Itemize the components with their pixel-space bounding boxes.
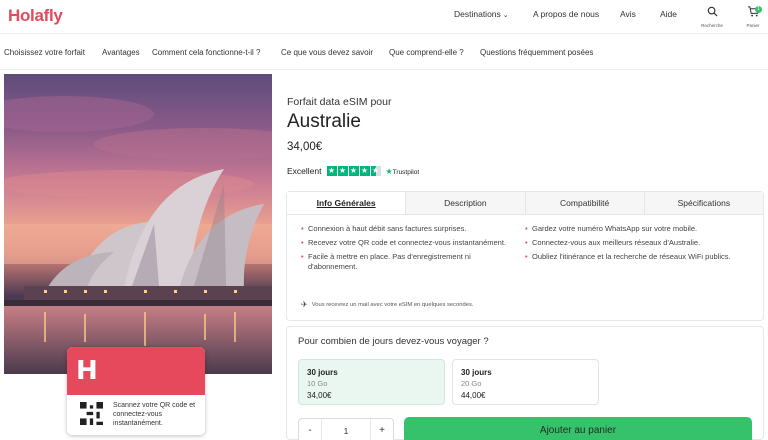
- sydney-opera-house-illustration: [4, 96, 272, 374]
- plan-data: 20 Go: [461, 379, 482, 388]
- holafly-h-logo: H: [76, 356, 98, 386]
- plan-days: 30 jours: [461, 368, 492, 377]
- paper-plane-icon: ✈: [301, 300, 308, 309]
- plan-option-10gb[interactable]: 30 jours 10 Go 34,00€: [298, 359, 445, 405]
- search-button[interactable]: Recherche: [697, 4, 727, 28]
- nav-help[interactable]: Aide: [660, 9, 677, 19]
- qr-card-text: Scannez votre QR code et connectez-vous …: [113, 402, 196, 427]
- rating-stars: ★ ★ ★ ★ ★: [326, 166, 382, 176]
- qr-card-header: H: [67, 347, 205, 395]
- info-item: Gardez votre numéro WhatsApp sur votre m…: [525, 224, 745, 234]
- qr-card: H Scannez votre QR code et connectez-vou…: [67, 347, 205, 435]
- nav-destinations[interactable]: Destinations ⌄: [454, 9, 509, 19]
- rating-label: Excellent: [287, 166, 322, 176]
- tab-compatibility[interactable]: Compatibilité: [524, 192, 644, 214]
- subnav-advantages[interactable]: Avantages: [102, 48, 140, 57]
- trustpilot-logo: ★Trustpilot: [386, 167, 420, 176]
- info-list-left: Connexion à haut débit sans factures sur…: [301, 224, 521, 276]
- quantity-value[interactable]: 1: [321, 419, 371, 440]
- trustpilot-star-icon: ★: [385, 166, 393, 176]
- days-question: Pour combien de jours devez-vous voyager…: [298, 336, 489, 347]
- info-item: Connexion à haut débit sans factures sur…: [301, 224, 521, 234]
- increase-quantity-button[interactable]: +: [371, 419, 393, 440]
- search-icon: [707, 6, 718, 17]
- delivery-note: ✈ Vous recevrez un mail avec votre eSIM …: [301, 300, 473, 309]
- subnav-whats-included[interactable]: Que comprend-elle ?: [389, 48, 464, 57]
- product-info-panel: Info Générales Description Compatibilité…: [286, 191, 764, 321]
- holafly-logo[interactable]: Holafly: [8, 6, 63, 26]
- chevron-down-icon: ⌄: [502, 12, 509, 19]
- product-hero-image: [4, 74, 272, 374]
- star-icon: ★: [348, 166, 359, 176]
- top-header: Holafly Destinations ⌄ A propos de nous A…: [0, 0, 768, 34]
- star-icon: ★: [359, 166, 370, 176]
- quantity-stepper: - 1 +: [298, 418, 394, 440]
- info-item: Connectez-vous aux meilleurs réseaux d'A…: [525, 238, 745, 248]
- nav-about[interactable]: A propos de nous: [533, 9, 599, 19]
- add-to-cart-button[interactable]: Ajouter au panier: [404, 417, 752, 440]
- cart-button-header[interactable]: 1 Panier: [738, 4, 768, 28]
- info-item: Recevez votre QR code et connectez-vous …: [301, 238, 521, 248]
- subnav-how-it-works[interactable]: Comment cela fonctionne-t-il ?: [152, 48, 261, 57]
- plan-data: 10 Go: [307, 379, 328, 388]
- plan-days: 30 jours: [307, 368, 338, 377]
- trustpilot-label: Trustpilot: [392, 168, 420, 176]
- nav-reviews[interactable]: Avis: [620, 9, 636, 19]
- product-pretitle: Forfait data eSIM pour: [287, 96, 392, 108]
- subnav-choose-plan[interactable]: Choisissez votre forfait: [4, 48, 85, 57]
- section-subnav: Choisissez votre forfait Avantages Comme…: [0, 34, 768, 70]
- nav-destinations-label: Destinations: [454, 9, 501, 19]
- info-item: Facile à mettre en place. Pas d'enregist…: [301, 252, 521, 272]
- info-item: Oubliez l'itinérance et la recherche de …: [525, 252, 745, 262]
- qr-code-icon: [80, 402, 103, 425]
- cart-count-badge: 1: [755, 6, 762, 13]
- product-tabs: Info Générales Description Compatibilité…: [287, 192, 763, 215]
- product-price: 34,00€: [287, 141, 323, 153]
- cart-label: Panier: [746, 23, 760, 28]
- trustpilot-rating[interactable]: Excellent ★ ★ ★ ★ ★ ★Trustpilot: [287, 166, 419, 176]
- plan-option-20gb[interactable]: 30 jours 20 Go 44,00€: [452, 359, 599, 405]
- subnav-faq[interactable]: Questions fréquemment posées: [480, 48, 593, 57]
- star-icon: ★: [337, 166, 348, 176]
- plan-price: 34,00€: [307, 391, 332, 400]
- tab-general-info[interactable]: Info Générales: [287, 192, 406, 214]
- info-list-right: Gardez votre numéro WhatsApp sur votre m…: [525, 224, 745, 266]
- plan-price: 44,00€: [461, 391, 486, 400]
- tab-specifications[interactable]: Spécifications: [643, 192, 763, 214]
- tab-description[interactable]: Description: [405, 192, 525, 214]
- search-label: Recherche: [701, 23, 723, 28]
- star-icon: ★: [326, 166, 337, 176]
- decrease-quantity-button[interactable]: -: [299, 419, 321, 440]
- product-title: Australie: [287, 111, 361, 132]
- subnav-what-to-know[interactable]: Ce que vous devez savoir: [281, 48, 373, 57]
- half-star-icon: ★: [370, 166, 381, 176]
- delivery-note-text: Vous recevrez un mail avec votre eSIM en…: [311, 301, 474, 308]
